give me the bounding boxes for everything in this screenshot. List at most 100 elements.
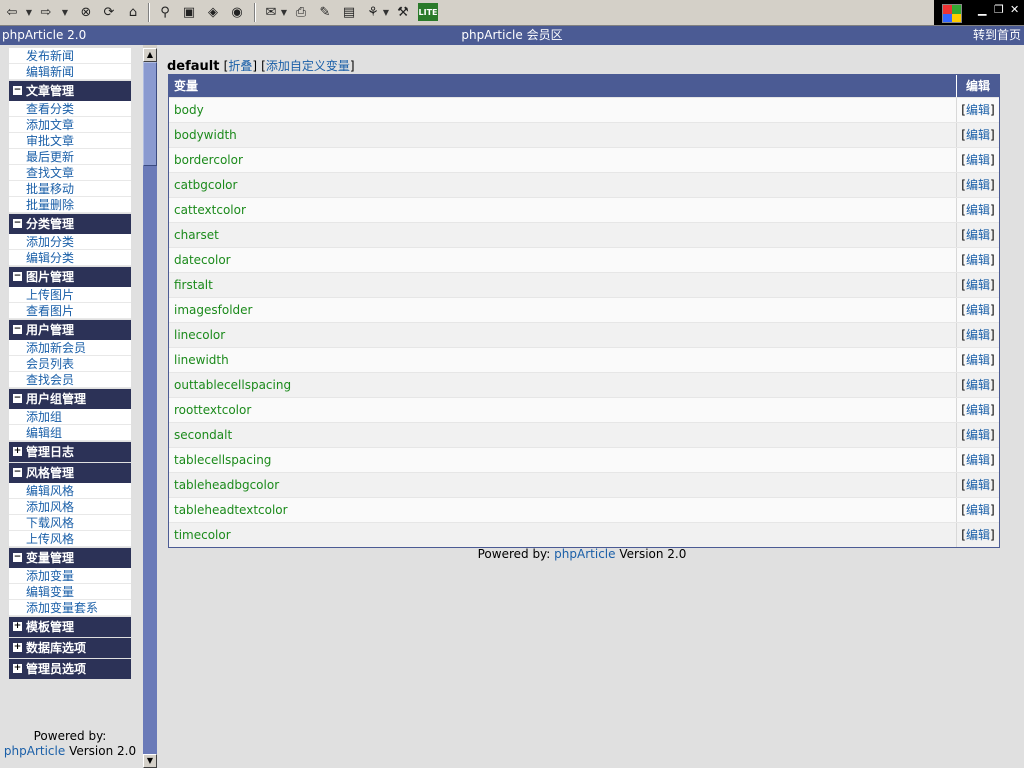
sidebar-item[interactable]: 编辑风格 [9,483,131,499]
tools-icon[interactable]: ⚒ [394,3,412,21]
edit-variable-link[interactable]: 编辑 [966,128,990,142]
collapse-icon[interactable]: − [13,468,22,477]
sidebar-item[interactable]: 批量删除 [9,197,131,213]
lite-icon[interactable]: LITE [418,3,438,21]
collapse-icon[interactable]: − [13,272,22,281]
sidebar-item[interactable]: 查找会员 [9,372,131,388]
sidebar-group-header[interactable]: − 变量管理 [9,548,131,568]
main-version: Version 2.0 [619,547,687,561]
sidebar-item[interactable]: 编辑新闻 [9,64,131,80]
edit-variable-link[interactable]: 编辑 [966,178,990,192]
expand-icon[interactable]: + [13,643,22,652]
sidebar-item[interactable]: 下载风格 [9,515,131,531]
edit-variable-link[interactable]: 编辑 [966,428,990,442]
home-icon[interactable]: ⌂ [124,3,142,21]
sidebar-item[interactable]: 查看分类 [9,101,131,117]
sidebar-group-header[interactable]: − 图片管理 [9,267,131,287]
sidebar-group-header[interactable]: − 分类管理 [9,214,131,234]
edit-variable-link[interactable]: 编辑 [966,228,990,242]
sidebar-item[interactable]: 批量移动 [9,181,131,197]
edit-variable-link[interactable]: 编辑 [966,403,990,417]
add-custom-variable-link[interactable]: 添加自定义变量 [266,59,350,73]
minimize-icon[interactable]: ▁ [978,3,986,16]
sidebar-group-header[interactable]: + 数据库选项 [9,638,131,658]
sidebar-group-header[interactable]: − 用户管理 [9,320,131,340]
collapse-icon[interactable]: − [13,394,22,403]
sidebar-item[interactable]: 编辑分类 [9,250,131,266]
collapse-icon[interactable]: − [13,553,22,562]
edit-variable-link[interactable]: 编辑 [966,153,990,167]
sidebar-scrollbar[interactable]: ▲ ▼ [143,48,157,768]
edit-variable-link[interactable]: 编辑 [966,278,990,292]
sidebar-item[interactable]: 添加变量 [9,568,131,584]
sidebar-brand-link[interactable]: phpArticle [4,744,65,758]
goto-home-link[interactable]: 转到首页 [973,26,1021,45]
restore-icon[interactable]: ❐ [994,3,1004,16]
edit-variable-link[interactable]: 编辑 [966,503,990,517]
sidebar-item[interactable]: 编辑变量 [9,584,131,600]
edit-icon[interactable]: ✎ [316,3,334,21]
history-icon[interactable]: ◈ [204,3,222,21]
scroll-down-arrow-icon[interactable]: ▼ [143,754,157,768]
favorites-icon[interactable]: ▣ [180,3,198,21]
sidebar-item[interactable]: 上传图片 [9,287,131,303]
sidebar-group: − 用户管理 添加新会员 会员列表 查找会员 [9,320,131,388]
expand-icon[interactable]: + [13,622,22,631]
collapse-link[interactable]: 折叠 [228,59,252,73]
scroll-up-arrow-icon[interactable]: ▲ [143,48,157,62]
edit-variable-link[interactable]: 编辑 [966,478,990,492]
close-icon[interactable]: ✕ [1010,3,1019,16]
edit-variable-link[interactable]: 编辑 [966,303,990,317]
sidebar-item[interactable]: 查找文章 [9,165,131,181]
back-icon[interactable]: ⇦ [4,3,20,21]
expand-icon[interactable]: + [13,664,22,673]
collapse-icon[interactable]: − [13,86,22,95]
sidebar-group-header[interactable]: + 管理员选项 [9,659,131,679]
edit-variable-link[interactable]: 编辑 [966,328,990,342]
edit-variable-link[interactable]: 编辑 [966,253,990,267]
sidebar-item[interactable]: 添加分类 [9,234,131,250]
sidebar-item[interactable]: 编辑组 [9,425,131,441]
sidebar-item[interactable]: 添加新会员 [9,340,131,356]
messenger-icon[interactable]: ⚘ [364,3,382,21]
sidebar-group-header[interactable]: + 模板管理 [9,617,131,637]
back-dropdown-icon[interactable]: ▼ [24,3,34,21]
edit-variable-link[interactable]: 编辑 [966,528,990,542]
sidebar-item[interactable]: 添加变量套系 [9,600,131,616]
sidebar-item[interactable]: 查看图片 [9,303,131,319]
mail-dropdown-icon[interactable]: ▼ [280,3,288,21]
edit-variable-link[interactable]: 编辑 [966,203,990,217]
scroll-thumb[interactable] [143,62,157,166]
sidebar-item[interactable]: 会员列表 [9,356,131,372]
sidebar-group-header[interactable]: − 风格管理 [9,463,131,483]
stop-icon[interactable]: ⊗ [77,3,95,21]
sidebar-item[interactable]: 审批文章 [9,133,131,149]
forward-icon[interactable]: ⇨ [38,3,54,21]
document-icon[interactable]: ▤ [340,3,358,21]
print-icon[interactable]: ⎙ [292,3,310,21]
edit-variable-link[interactable]: 编辑 [966,103,990,117]
edit-variable-link[interactable]: 编辑 [966,378,990,392]
edit-variable-link[interactable]: 编辑 [966,353,990,367]
expand-icon[interactable]: + [13,447,22,456]
collapse-icon[interactable]: − [13,325,22,334]
sidebar-group-header[interactable]: + 管理日志 [9,442,131,462]
sidebar-item[interactable]: 最后更新 [9,149,131,165]
sidebar-item[interactable]: 添加文章 [9,117,131,133]
sidebar-group-header[interactable]: − 文章管理 [9,81,131,101]
sidebar-item[interactable]: 添加组 [9,409,131,425]
forward-dropdown-icon[interactable]: ▼ [60,3,70,21]
collapse-icon[interactable]: − [13,219,22,228]
search-icon[interactable]: ⚲ [156,3,174,21]
variable-name: bordercolor [174,153,243,167]
sidebar-group-header[interactable]: − 用户组管理 [9,389,131,409]
refresh-icon[interactable]: ⟳ [100,3,118,21]
mail-icon[interactable]: ✉ [262,3,280,21]
edit-variable-link[interactable]: 编辑 [966,453,990,467]
media-icon[interactable]: ◉ [228,3,246,21]
main-brand-link[interactable]: phpArticle [554,547,615,561]
sidebar-item[interactable]: 上传风格 [9,531,131,547]
sidebar-item[interactable]: 添加风格 [9,499,131,515]
sidebar-item[interactable]: 发布新闻 [9,48,131,64]
messenger-dropdown-icon[interactable]: ▼ [382,3,390,21]
